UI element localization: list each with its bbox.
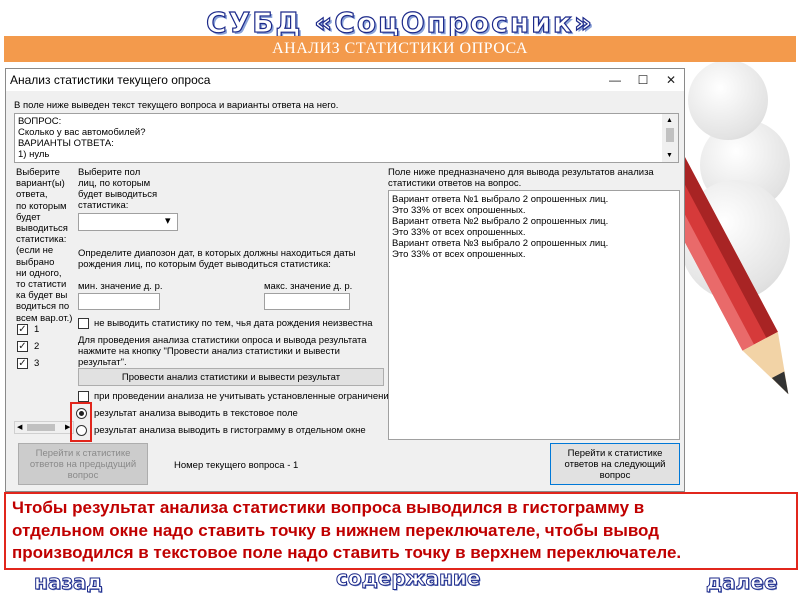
- minimize-button[interactable]: —: [602, 69, 628, 91]
- min-dob-input[interactable]: [78, 293, 160, 310]
- ignore-limits-checkbox[interactable]: [78, 391, 89, 402]
- current-question-label: Номер текущего вопроса - 1: [174, 460, 299, 471]
- variant-label-3: 3: [34, 358, 40, 369]
- scroll-thumb[interactable]: [666, 128, 674, 142]
- unknown-dob-checkbox[interactable]: [78, 318, 89, 329]
- maximize-button[interactable]: ☐: [630, 69, 656, 91]
- question-textbox[interactable]: ВОПРОС: Сколько у вас автомобилей? ВАРИА…: [14, 113, 679, 163]
- variant-checkbox-1[interactable]: ✓: [17, 324, 28, 335]
- nav-next-link[interactable]: далее: [705, 570, 777, 595]
- analyze-instruction: Для проведения анализа статистики опроса…: [78, 335, 367, 368]
- variant-label-2: 2: [34, 341, 40, 352]
- scroll-left-icon[interactable]: ◀: [17, 422, 22, 433]
- slide-title: СУБД «СоцОпросник»: [205, 5, 594, 39]
- nav-contents-link[interactable]: содержание: [335, 566, 480, 591]
- radio-output-histogram-label: результат анализа выводить в гистограмму…: [94, 425, 366, 436]
- decorative-cloud: [688, 60, 768, 140]
- variant-checkbox-3[interactable]: ✓: [17, 358, 28, 369]
- radio-output-text[interactable]: [76, 408, 87, 419]
- ignore-limits-label: при проведении анализа не учитывать уста…: [94, 391, 394, 402]
- prev-question-button[interactable]: Перейти к статистике ответов на предыдущ…: [18, 443, 148, 485]
- max-dob-label: макс. значение д. р.: [264, 281, 353, 292]
- result-text: Вариант ответа №1 выбрало 2 опрошенных л…: [392, 194, 609, 260]
- scroll-up-icon[interactable]: ▲: [666, 115, 673, 126]
- section-banner: АНАЛИЗ СТАТИСТИКИ ОПРОСА: [4, 36, 796, 62]
- next-question-button[interactable]: Перейти к статистике ответов на следующи…: [550, 443, 680, 485]
- date-range-label: Определите диапозон дат, в которых должн…: [78, 248, 356, 270]
- question-text: ВОПРОС: Сколько у вас автомобилей? ВАРИА…: [18, 116, 146, 160]
- analyze-button[interactable]: Провести анализ статистики и вывести рез…: [78, 368, 384, 386]
- max-dob-input[interactable]: [264, 293, 350, 310]
- gender-label: Выберите пол лиц, по которым будет вывод…: [78, 167, 158, 211]
- min-dob-label: мин. значение д. р.: [78, 281, 163, 292]
- result-label: Поле ниже предназначено для вывода резул…: [388, 167, 654, 189]
- radio-output-text-label: результат анализа выводить в текстовое п…: [94, 408, 298, 419]
- gender-select[interactable]: ▾: [78, 213, 178, 231]
- question-scrollbar[interactable]: ▲ ▼: [662, 114, 678, 162]
- variants-hscrollbar[interactable]: ◀ ▶: [14, 421, 74, 434]
- chevron-down-icon: ▾: [165, 215, 171, 227]
- explanation-note: Чтобы результат анализа статистики вопро…: [4, 492, 798, 570]
- radio-output-histogram[interactable]: [76, 425, 87, 436]
- variant-label-1: 1: [34, 324, 40, 335]
- window-title: Анализ статистики текущего опроса: [6, 69, 684, 91]
- unknown-dob-label: не выводить статистику по тем, чья дата …: [94, 318, 373, 329]
- result-textbox[interactable]: Вариант ответа №1 выбрало 2 опрошенных л…: [388, 190, 680, 440]
- close-button[interactable]: ✕: [658, 69, 684, 91]
- analysis-window: Анализ статистики текущего опроса — ☐ ✕ …: [5, 68, 685, 492]
- scroll-down-icon[interactable]: ▼: [666, 150, 673, 161]
- scroll-thumb[interactable]: [27, 424, 55, 431]
- intro-label: В поле ниже выведен текст текущего вопро…: [14, 100, 339, 111]
- variants-label: Выберите вариант(ы) ответа, по которым б…: [16, 167, 73, 324]
- variant-checkbox-2[interactable]: ✓: [17, 341, 28, 352]
- nav-back-link[interactable]: назад: [34, 570, 104, 595]
